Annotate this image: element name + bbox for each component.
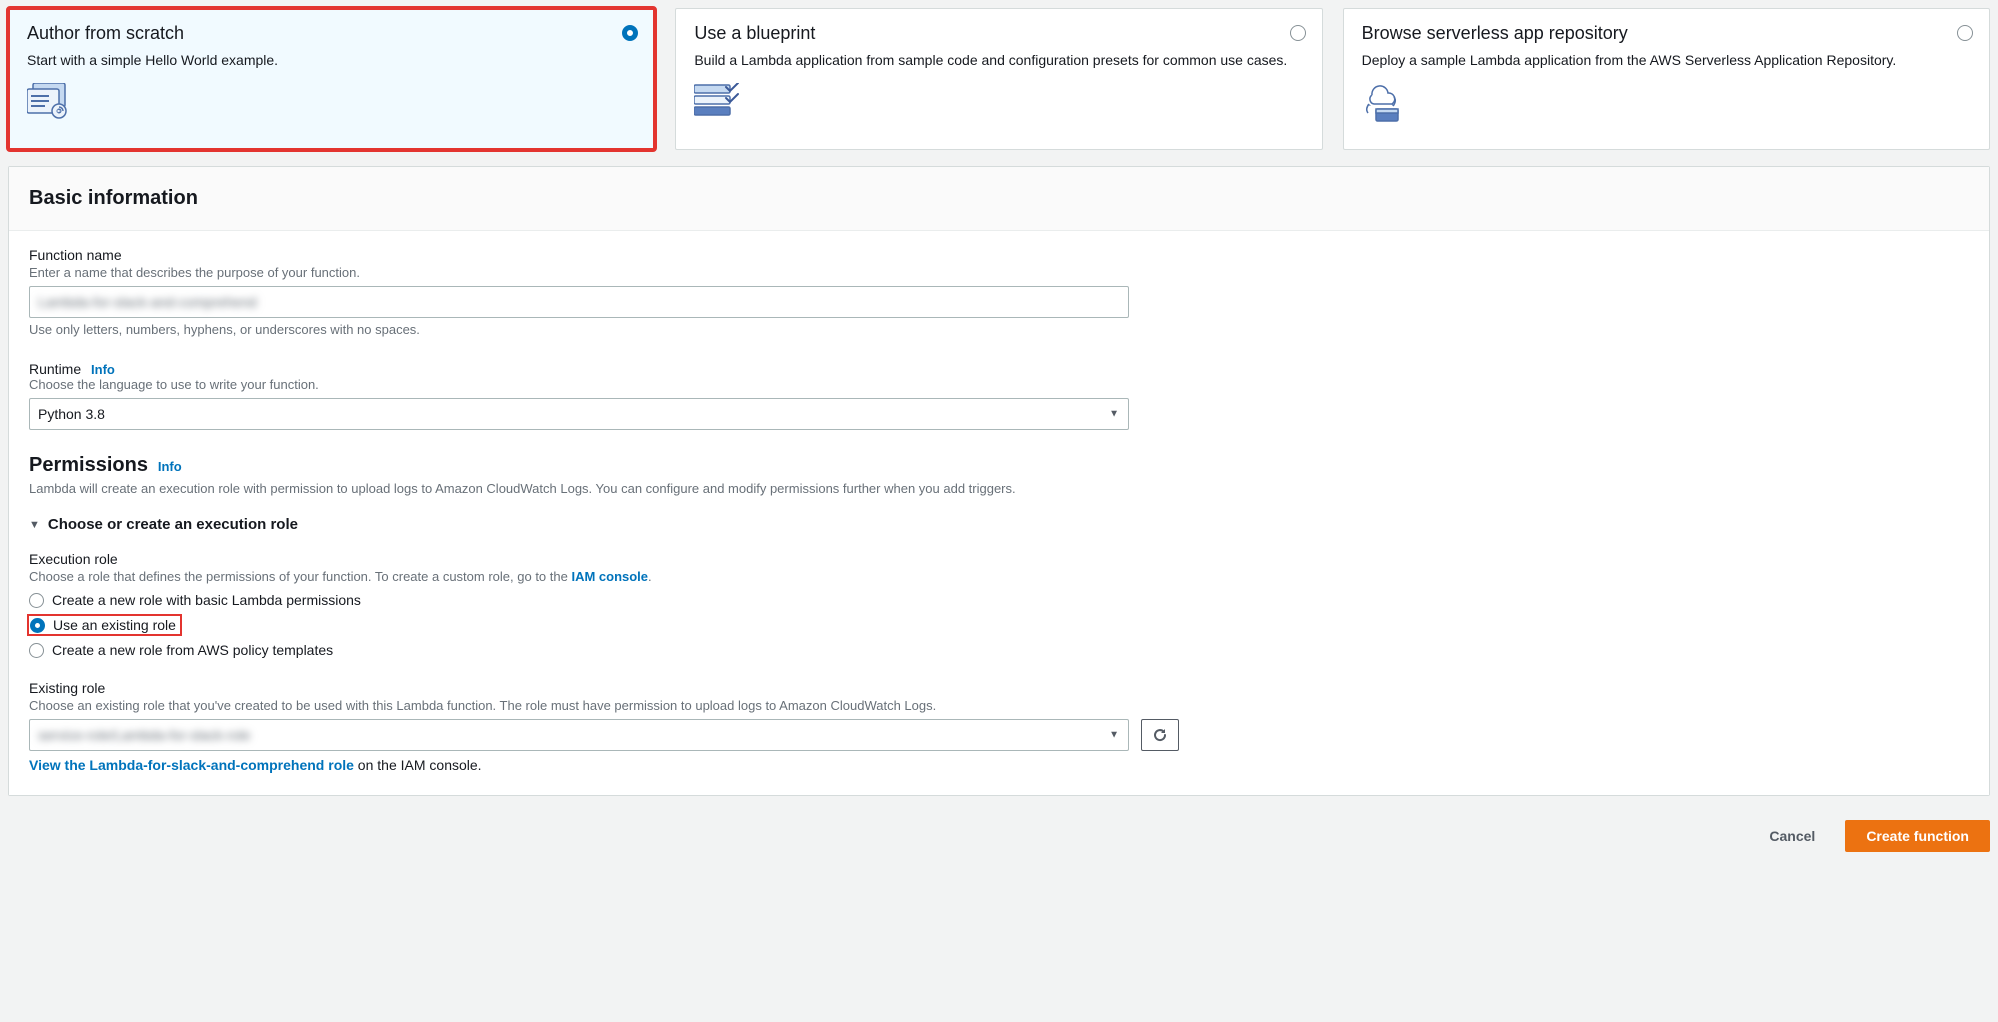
- runtime-select[interactable]: Python 3.8: [29, 398, 1129, 430]
- radio-unselected-icon: [1290, 25, 1306, 41]
- option-card-serverless-repo[interactable]: Browse serverless app repository Deploy …: [1343, 8, 1990, 150]
- radio-icon: [29, 593, 44, 608]
- field-label: Existing role: [29, 680, 1969, 696]
- radio-create-new-basic[interactable]: Create a new role with basic Lambda perm…: [29, 590, 1969, 610]
- radio-create-from-templates[interactable]: Create a new role from AWS policy templa…: [29, 640, 1969, 660]
- card-desc: Start with a simple Hello World example.: [27, 50, 636, 71]
- option-card-author-from-scratch[interactable]: Author from scratch Start with a simple …: [8, 8, 655, 150]
- field-sublabel: Choose the language to use to write your…: [29, 377, 1969, 392]
- function-name-field: Function name Enter a name that describe…: [29, 247, 1969, 337]
- footer-actions: Cancel Create function: [0, 804, 1998, 862]
- function-name-input[interactable]: Lambda-for-slack-and-comprehend: [29, 286, 1129, 318]
- refresh-button[interactable]: [1141, 719, 1179, 751]
- scratch-icon: [27, 83, 636, 119]
- panel-title: Basic information: [29, 187, 1969, 210]
- refresh-icon: [1152, 727, 1168, 743]
- option-card-use-blueprint[interactable]: Use a blueprint Build a Lambda applicati…: [675, 8, 1322, 150]
- radio-use-existing-role[interactable]: Use an existing role: [29, 616, 180, 634]
- iam-console-link[interactable]: IAM console: [571, 569, 648, 584]
- field-label: Runtime: [29, 361, 81, 377]
- serverless-icon: [1362, 83, 1971, 123]
- card-title: Author from scratch: [27, 23, 636, 44]
- runtime-info-link[interactable]: Info: [91, 362, 115, 377]
- author-option-cards: Author from scratch Start with a simple …: [0, 0, 1998, 166]
- permissions-info-link[interactable]: Info: [158, 459, 182, 474]
- card-title: Use a blueprint: [694, 23, 1303, 44]
- existing-role-field: Existing role Choose an existing role th…: [29, 680, 1969, 773]
- existing-role-select[interactable]: service-role/Lambda-for-slack-role: [29, 719, 1129, 751]
- blueprint-icon: [694, 83, 1303, 117]
- cancel-button[interactable]: Cancel: [1749, 820, 1835, 852]
- chevron-down-icon: ▼: [29, 519, 40, 531]
- card-title: Browse serverless app repository: [1362, 23, 1971, 44]
- field-sublabel: Enter a name that describes the purpose …: [29, 265, 1969, 280]
- field-sublabel: Choose a role that defines the permissio…: [29, 569, 1969, 584]
- radio-icon: [29, 643, 44, 658]
- create-function-button[interactable]: Create function: [1845, 820, 1990, 852]
- permissions-sub: Lambda will create an execution role wit…: [29, 481, 1969, 496]
- radio-checked-icon: [30, 618, 45, 633]
- field-sublabel: Choose an existing role that you've crea…: [29, 698, 1969, 713]
- view-role-line: View the Lambda-for-slack-and-comprehend…: [29, 757, 1969, 773]
- runtime-field: Runtime Info Choose the language to use …: [29, 361, 1969, 430]
- permissions-heading: Permissions Info: [29, 454, 1969, 477]
- card-desc: Build a Lambda application from sample c…: [694, 50, 1303, 71]
- execution-role-field: Execution role Choose a role that define…: [29, 551, 1969, 660]
- field-label: Execution role: [29, 551, 1969, 567]
- view-role-link[interactable]: View the Lambda-for-slack-and-comprehend…: [29, 757, 354, 773]
- field-label: Function name: [29, 247, 1969, 263]
- field-hint: Use only letters, numbers, hyphens, or u…: [29, 322, 1969, 337]
- card-desc: Deploy a sample Lambda application from …: [1362, 50, 1971, 71]
- execution-role-expander[interactable]: ▼ Choose or create an execution role: [29, 516, 1969, 533]
- radio-unselected-icon: [1957, 25, 1973, 41]
- basic-information-panel: Basic information Function name Enter a …: [8, 166, 1990, 796]
